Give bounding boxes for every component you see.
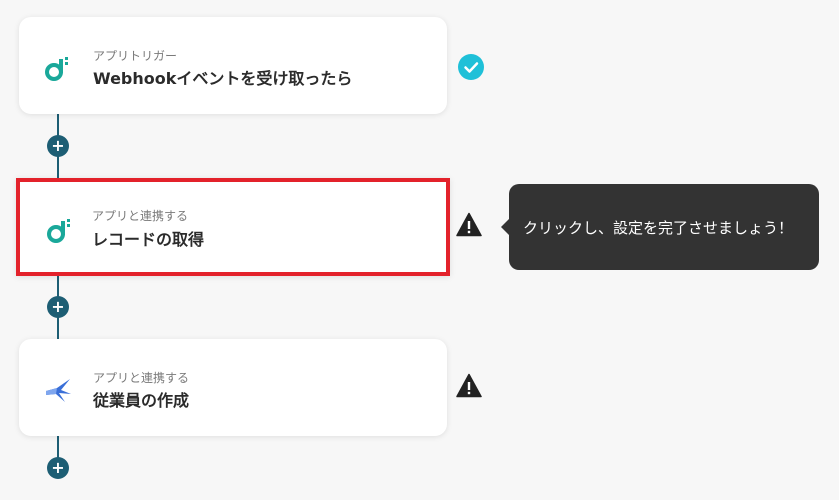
setup-hint-tooltip: クリックし、設定を完了させましょう！ xyxy=(501,184,819,270)
add-step-button-2[interactable]: + xyxy=(47,296,69,318)
warning-icon xyxy=(456,212,482,238)
add-step-button-1[interactable]: + xyxy=(47,135,69,157)
add-step-button-3[interactable]: + xyxy=(47,457,69,479)
step-sublabel: アプリと連携する xyxy=(92,209,189,223)
flow-step-card-create-employee[interactable]: アプリと連携する 従業員の作成 xyxy=(19,339,447,436)
app-logo-icon xyxy=(43,53,73,83)
tooltip-text: クリックし、設定を完了させましょう！ xyxy=(523,218,794,237)
completed-check-icon xyxy=(458,54,484,80)
step-title: 従業員の作成 xyxy=(93,391,190,410)
step-title: Webhookイベントを受け取ったら xyxy=(93,69,353,88)
step-sublabel: アプリと連携する xyxy=(93,371,190,385)
bird-app-icon xyxy=(43,375,73,405)
warning-icon xyxy=(456,373,482,399)
step-title: レコードの取得 xyxy=(92,230,205,249)
flow-step-card-trigger[interactable]: アプリトリガー Webhookイベントを受け取ったら xyxy=(19,17,447,114)
flow-step-card-get-record[interactable]: アプリと連携する レコードの取得 xyxy=(16,178,450,276)
app-logo-icon xyxy=(45,215,75,245)
step-sublabel: アプリトリガー xyxy=(93,49,178,63)
